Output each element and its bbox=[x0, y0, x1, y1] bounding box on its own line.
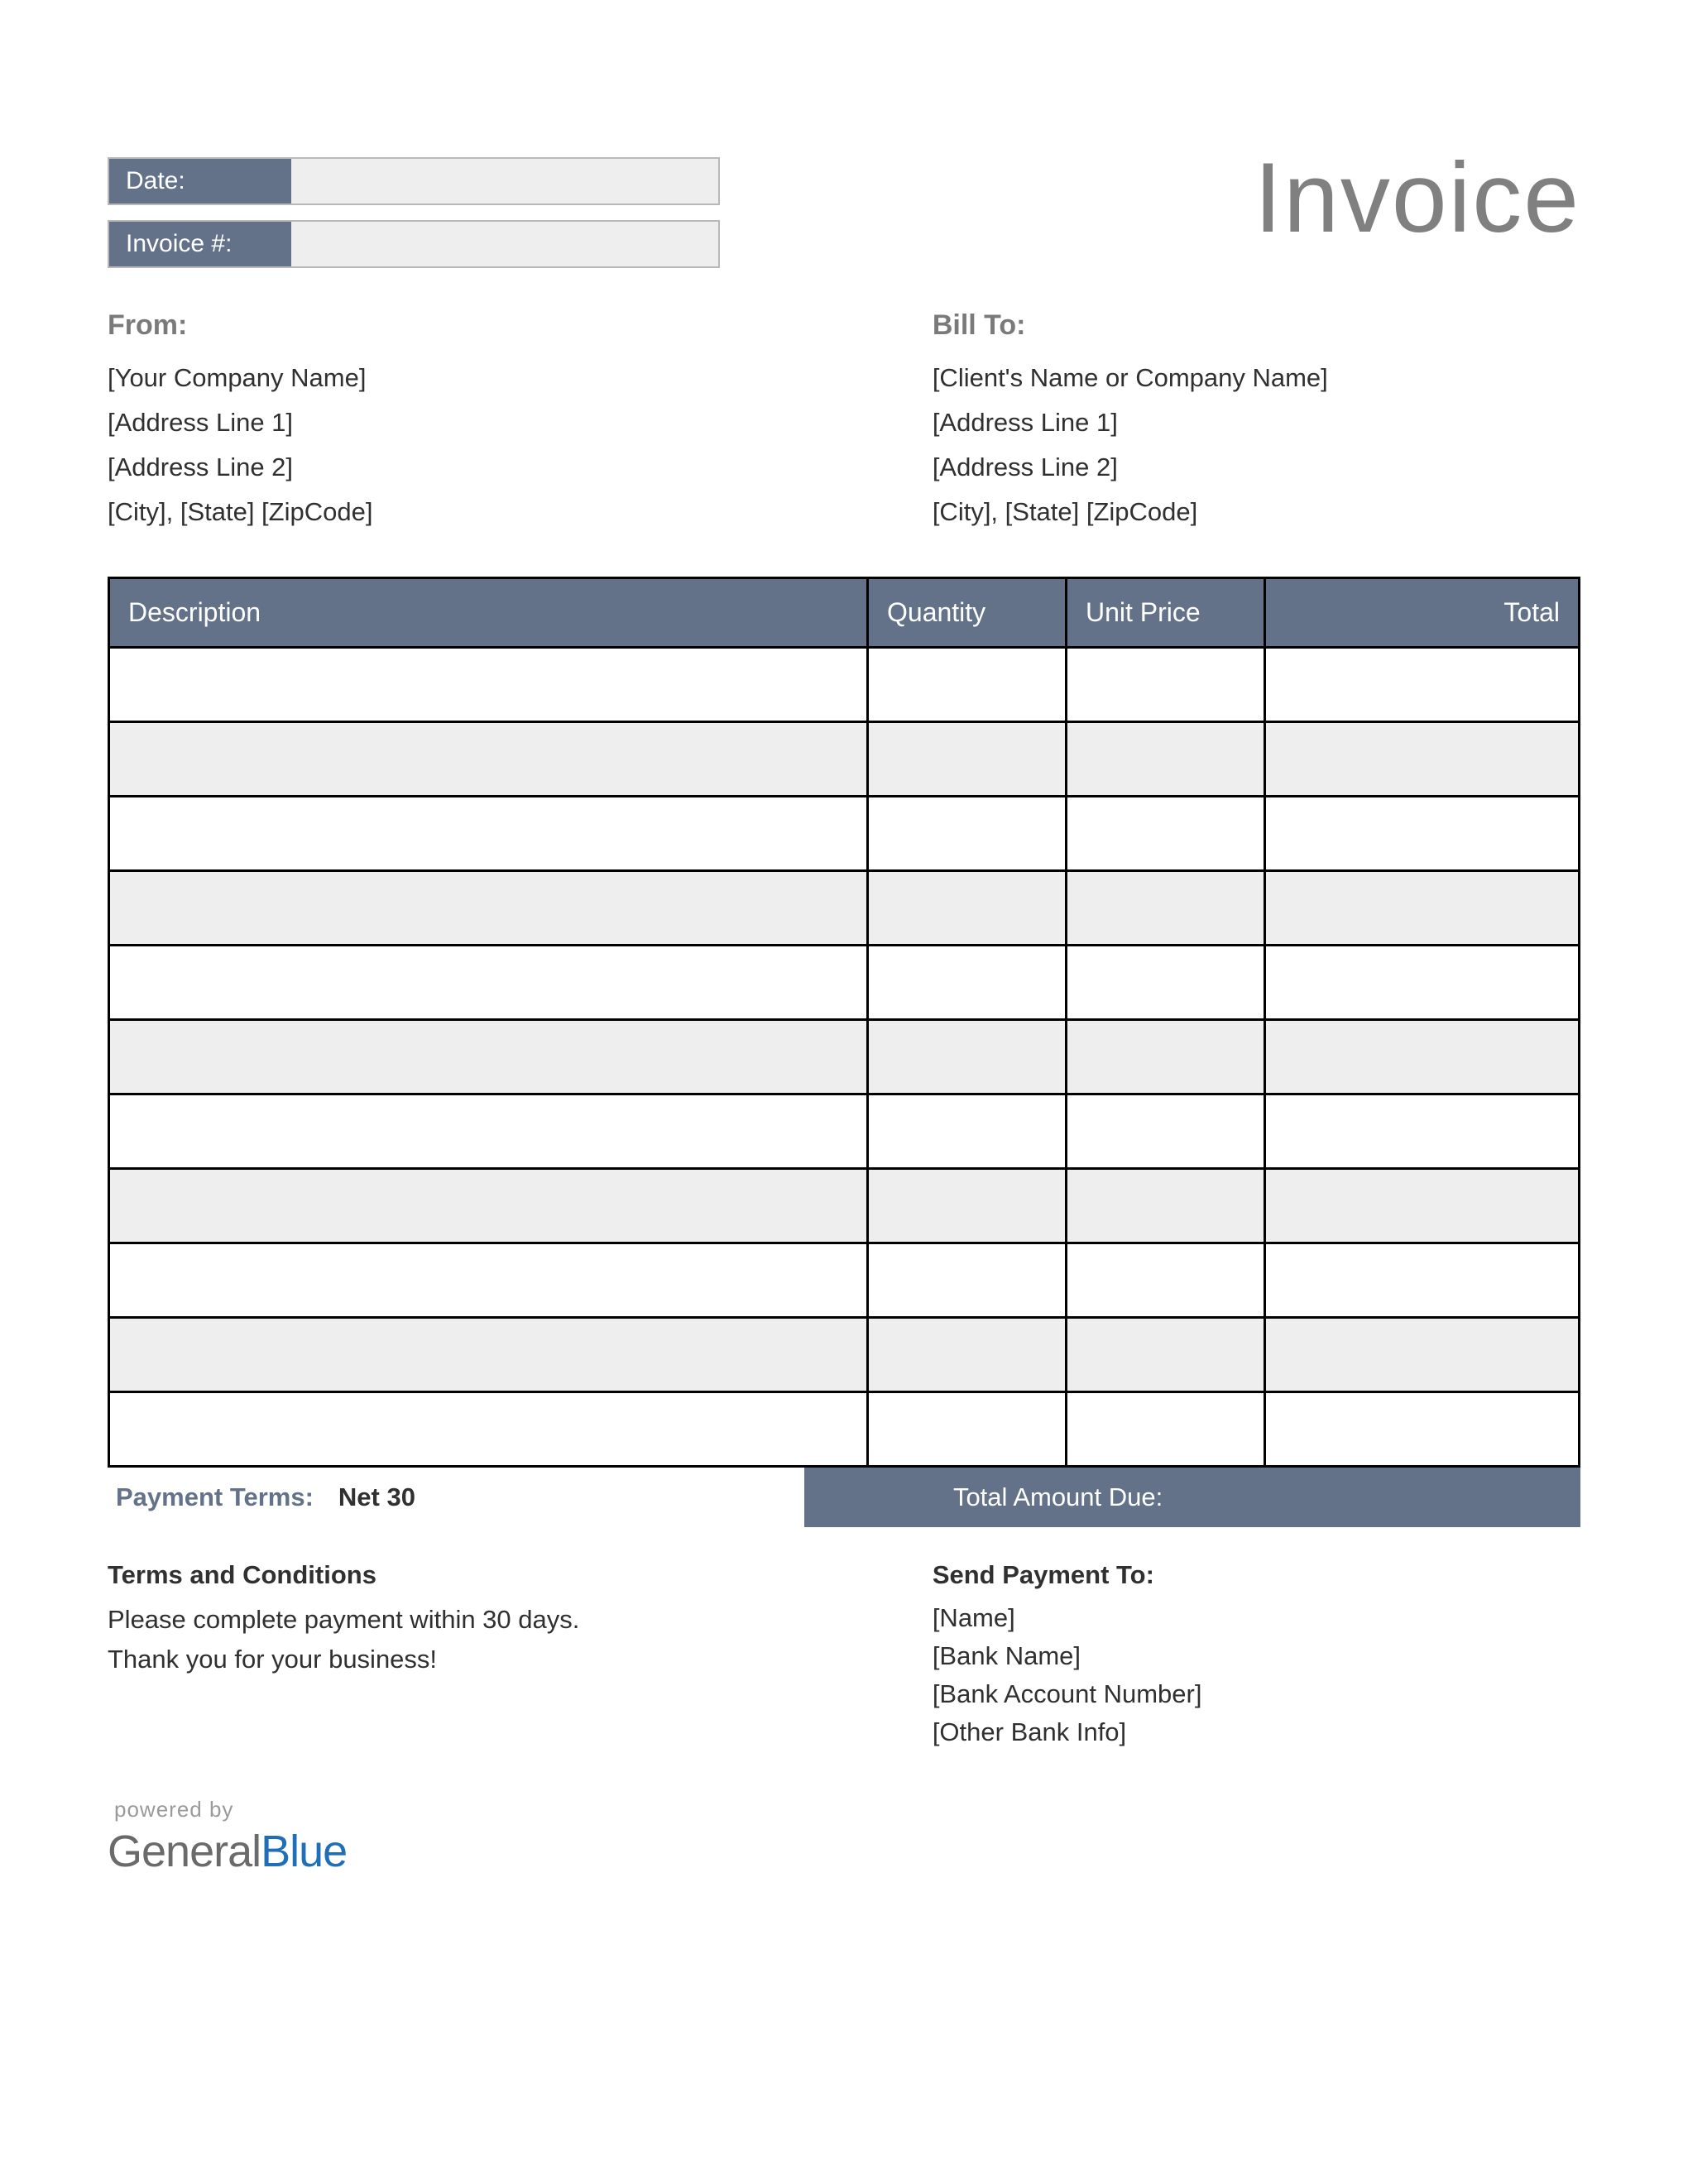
table-row[interactable] bbox=[109, 1318, 1580, 1392]
table-row[interactable] bbox=[109, 1094, 1580, 1169]
bill-to-line: [Address Line 1] bbox=[933, 408, 1580, 438]
bill-to-address-block: Bill To: [Client's Name or Company Name]… bbox=[933, 309, 1580, 527]
date-field: Date: bbox=[108, 157, 720, 205]
bill-to-line: [Address Line 2] bbox=[933, 453, 1580, 482]
payment-terms: Payment Terms: Net 30 bbox=[108, 1468, 804, 1527]
send-to-line: [Bank Account Number] bbox=[933, 1679, 1580, 1709]
terms-heading: Terms and Conditions bbox=[108, 1560, 814, 1590]
terms-and-conditions: Terms and Conditions Please complete pay… bbox=[108, 1560, 814, 1747]
from-heading: From: bbox=[108, 309, 814, 342]
from-address-block: From: [Your Company Name] [Address Line … bbox=[108, 309, 814, 527]
line-items-table: Description Quantity Unit Price Total bbox=[108, 577, 1580, 1468]
col-total: Total bbox=[1265, 578, 1580, 648]
send-to-line: [Other Bank Info] bbox=[933, 1717, 1580, 1747]
table-row[interactable] bbox=[109, 648, 1580, 722]
table-row[interactable] bbox=[109, 1169, 1580, 1243]
invoice-number-field: Invoice #: bbox=[108, 220, 720, 268]
send-to-line: [Bank Name] bbox=[933, 1641, 1580, 1671]
date-input[interactable] bbox=[291, 159, 718, 204]
bill-to-line: [Client's Name or Company Name] bbox=[933, 363, 1580, 393]
send-to-heading: Send Payment To: bbox=[933, 1560, 1580, 1590]
table-row[interactable] bbox=[109, 946, 1580, 1020]
from-line: [City], [State] [ZipCode] bbox=[108, 497, 814, 527]
send-to-line: [Name] bbox=[933, 1603, 1580, 1633]
col-unit-price: Unit Price bbox=[1067, 578, 1265, 648]
from-line: [Address Line 1] bbox=[108, 408, 814, 438]
logo-general: General bbox=[108, 1827, 261, 1876]
total-amount-due: Total Amount Due: bbox=[804, 1468, 1580, 1527]
table-row[interactable] bbox=[109, 871, 1580, 946]
powered-by-label: powered by bbox=[114, 1797, 1580, 1822]
from-line: [Address Line 2] bbox=[108, 453, 814, 482]
powered-by-logo: powered by GeneralBlue bbox=[108, 1797, 1580, 1877]
date-label: Date: bbox=[109, 159, 291, 204]
table-row[interactable] bbox=[109, 722, 1580, 797]
terms-line: Thank you for your business! bbox=[108, 1645, 814, 1674]
document-title: Invoice bbox=[1254, 141, 1580, 255]
col-quantity: Quantity bbox=[868, 578, 1067, 648]
total-amount-due-label: Total Amount Due: bbox=[953, 1482, 1163, 1512]
col-description: Description bbox=[109, 578, 868, 648]
table-row[interactable] bbox=[109, 1020, 1580, 1094]
logo-blue: Blue bbox=[261, 1827, 347, 1876]
bill-to-line: [City], [State] [ZipCode] bbox=[933, 497, 1580, 527]
send-payment-to: Send Payment To: [Name] [Bank Name] [Ban… bbox=[933, 1560, 1580, 1747]
invoice-number-input[interactable] bbox=[291, 222, 718, 266]
table-row[interactable] bbox=[109, 1392, 1580, 1467]
payment-terms-label: Payment Terms: bbox=[116, 1482, 314, 1512]
table-row[interactable] bbox=[109, 1243, 1580, 1318]
table-row[interactable] bbox=[109, 797, 1580, 871]
bill-to-heading: Bill To: bbox=[933, 309, 1580, 342]
from-line: [Your Company Name] bbox=[108, 363, 814, 393]
payment-terms-value: Net 30 bbox=[338, 1482, 415, 1512]
invoice-number-label: Invoice #: bbox=[109, 222, 291, 266]
generalblue-logo: GeneralBlue bbox=[108, 1826, 1580, 1877]
terms-line: Please complete payment within 30 days. bbox=[108, 1605, 814, 1635]
